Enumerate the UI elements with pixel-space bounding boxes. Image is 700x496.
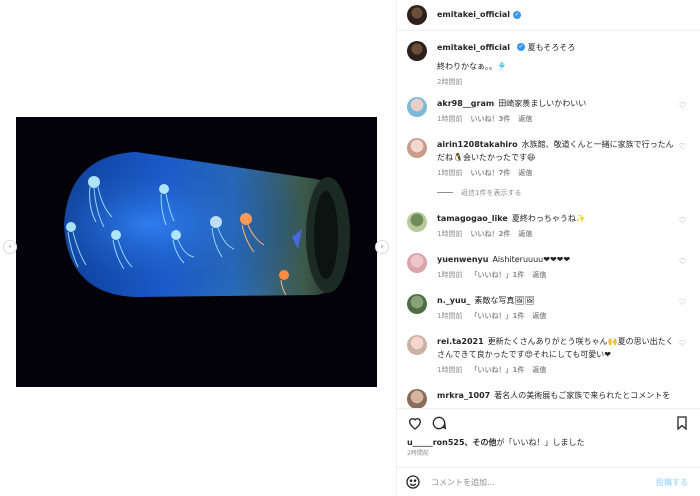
bookmark-icon[interactable] xyxy=(674,415,690,431)
comment-item: rei.ta2021 更新たくさんありがとう咲ちゃん🙌夏の思い出たくさんできて良か… xyxy=(407,334,690,375)
comment-likes[interactable]: 「いいね！」1件 xyxy=(470,270,524,280)
replies-divider xyxy=(437,192,453,194)
heart-icon[interactable]: ♡ xyxy=(679,257,686,266)
reply-button[interactable]: 返信 xyxy=(532,311,546,321)
avatar[interactable] xyxy=(407,137,427,158)
comment-username[interactable]: yuenwenyu xyxy=(437,255,488,264)
comment-time: 1時間前 xyxy=(437,311,463,320)
action-bar xyxy=(397,408,700,437)
jellyfish-aquarium-image xyxy=(16,117,377,387)
heart-icon[interactable] xyxy=(407,415,423,431)
comment-icon[interactable] xyxy=(431,415,447,431)
comment-text: 著名人の美術展もご家族で来られたとコメントを xyxy=(494,390,671,400)
chevron-left-icon[interactable]: ‹ xyxy=(3,240,17,254)
comment-username[interactable]: mrkra_1007 xyxy=(437,391,490,400)
comments-list[interactable]: emitakei_official ✓ 夏もそろそろ 終わりかなぁ。。🎐 2時間前… xyxy=(397,31,700,409)
comment-likes[interactable]: いいね！7件 xyxy=(470,168,510,178)
comment-text: 素敵な写真🖼🖼 xyxy=(474,295,535,305)
comment-item: mrkra_1007 著名人の美術展もご家族で来られたとコメントを xyxy=(407,388,690,409)
likes-users[interactable]: u_____ron525、その他 xyxy=(407,438,497,447)
side-panel: emitakei_official ✓ emitakei_official ✓ 夏… xyxy=(396,0,700,496)
avatar[interactable] xyxy=(407,211,427,232)
view-replies-button[interactable]: 返信1件を表示する xyxy=(437,188,690,198)
heart-icon[interactable]: ♡ xyxy=(679,216,686,225)
comment-username[interactable]: rei.ta2021 xyxy=(437,337,484,346)
post-viewer: ‹ › emitakei_official ✓ emitakei_officia… xyxy=(0,0,700,496)
comment-username[interactable]: akr98__gram xyxy=(437,99,494,108)
add-comment-bar: 投稿する xyxy=(397,467,700,496)
caption-text-line1: 夏もそろそろ xyxy=(527,42,576,52)
heart-icon[interactable]: ♡ xyxy=(679,101,686,110)
comment-item: yuenwenyu Aishiteruuuu❤❤❤❤ 1時間前 「いいね！」1件 … xyxy=(407,252,690,280)
emoji-icon[interactable] xyxy=(405,474,421,490)
comment-item: airin1208takahiro 水族館、敬道くんと一緒に家族で行ったんだね🐧会… xyxy=(407,137,690,178)
post-photo[interactable] xyxy=(16,117,377,387)
post-header: emitakei_official ✓ xyxy=(397,0,700,31)
avatar[interactable] xyxy=(407,96,427,117)
comment-likes[interactable]: 「いいね！」1件 xyxy=(470,365,524,375)
caption-username[interactable]: emitakei_official xyxy=(437,43,510,52)
reply-button[interactable]: 返信 xyxy=(518,168,532,178)
avatar[interactable] xyxy=(407,388,427,409)
likes-text: が「いいね！」しました xyxy=(496,438,585,448)
comment-time: 1時間前 xyxy=(437,114,463,123)
heart-icon[interactable]: ♡ xyxy=(679,142,686,151)
comment-item: akr98__gram 田崎家羨ましいかわいい 1時間前 いいね！3件 返信 ♡ xyxy=(407,96,690,124)
reply-button[interactable]: 返信 xyxy=(532,365,546,375)
comment-time: 1時間前 xyxy=(437,270,463,279)
comment-time: 1時間前 xyxy=(437,365,463,374)
post-comment-button[interactable]: 投稿する xyxy=(656,477,688,488)
heart-icon[interactable]: ♡ xyxy=(679,298,686,307)
avatar[interactable] xyxy=(407,252,427,273)
caption-time: 2時間前 xyxy=(437,77,463,86)
comment-text: 夏終わっちゃうね✨ xyxy=(511,213,586,223)
comment-likes[interactable]: いいね！3件 xyxy=(470,114,510,124)
comment-time: 1時間前 xyxy=(437,168,463,177)
comment-text: Aishiteruuuu❤❤❤❤ xyxy=(492,254,571,264)
avatar[interactable] xyxy=(407,40,427,61)
post-username[interactable]: emitakei_official xyxy=(437,10,510,19)
chevron-right-icon[interactable]: › xyxy=(375,240,389,254)
comment-username[interactable]: n._yuu_ xyxy=(437,296,470,305)
caption-text-line2: 終わりかなぁ。。🎐 xyxy=(437,61,507,71)
reply-button[interactable]: 返信 xyxy=(532,270,546,280)
verified-badge-icon: ✓ xyxy=(517,43,526,52)
caption: emitakei_official ✓ 夏もそろそろ 終わりかなぁ。。🎐 2時間前 xyxy=(407,40,690,87)
comment-username[interactable]: airin1208takahiro xyxy=(437,140,518,149)
post-time: 2時間前 xyxy=(407,450,429,458)
verified-badge-icon: ✓ xyxy=(513,10,522,19)
comment-likes[interactable]: いいね！2件 xyxy=(470,229,510,239)
likes-summary: u_____ron525、その他が「いいね！」しました xyxy=(397,437,700,449)
avatar[interactable] xyxy=(407,334,427,355)
avatar[interactable] xyxy=(407,4,427,25)
media-panel: ‹ › xyxy=(0,0,396,496)
comment-text: 田崎家羨ましいかわいい xyxy=(498,98,587,108)
comment-username[interactable]: tamagogao_like xyxy=(437,214,508,223)
comment-input[interactable] xyxy=(431,477,656,487)
reply-button[interactable]: 返信 xyxy=(518,114,532,124)
comment-item: n._yuu_ 素敵な写真🖼🖼 1時間前 「いいね！」1件 返信 ♡ xyxy=(407,293,690,321)
heart-icon[interactable]: ♡ xyxy=(679,339,686,348)
comment-likes[interactable]: 「いいね！」1件 xyxy=(470,311,524,321)
reply-button[interactable]: 返信 xyxy=(518,229,532,239)
view-replies-label[interactable]: 返信1件を表示する xyxy=(461,188,521,198)
avatar[interactable] xyxy=(407,293,427,314)
comment-item: tamagogao_like 夏終わっちゃうね✨ 1時間前 いいね！2件 返信 ♡ xyxy=(407,211,690,239)
comment-time: 1時間前 xyxy=(437,229,463,238)
